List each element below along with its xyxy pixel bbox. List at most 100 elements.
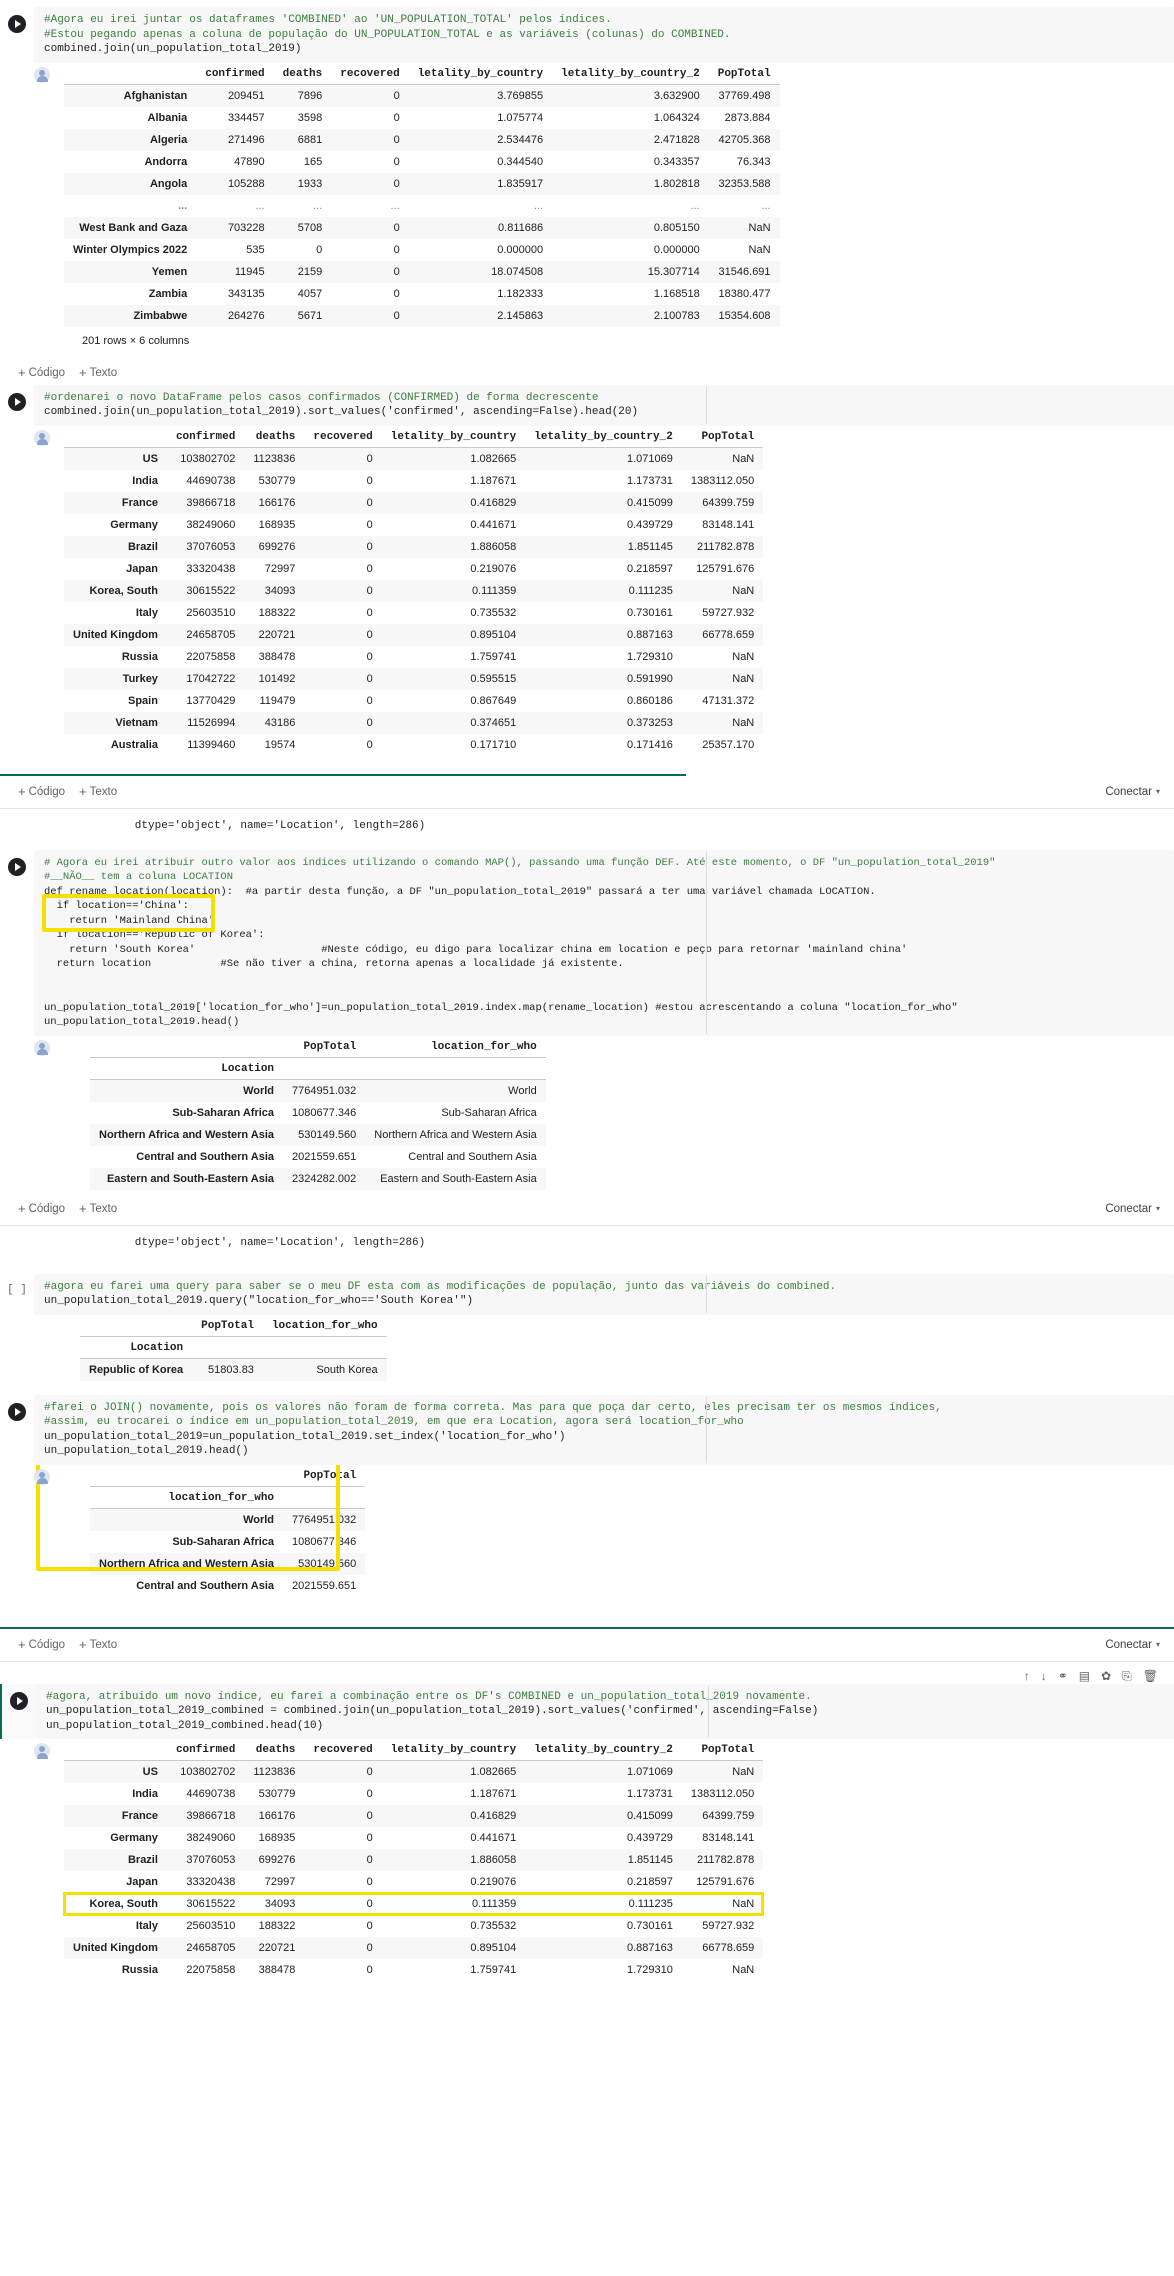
table-row: Andorra 47890 165 0 0.344540 0.343357 76.343 [64, 151, 780, 173]
add-code-button[interactable]: + Código [18, 785, 65, 798]
cell-value: 0.895104 [470, 628, 517, 641]
cell-value: 51803.83 [208, 1363, 254, 1376]
code-cell-join-combined[interactable]: #Agora eu irei juntar os dataframes 'COM… [0, 7, 1174, 63]
add-code-button[interactable]: + Código [18, 1202, 65, 1215]
cell-value: NaN [748, 221, 771, 234]
index-header [64, 1739, 167, 1761]
row-index: Russia [121, 650, 158, 663]
add-comment-icon[interactable]: ▤ [1079, 1670, 1090, 1682]
table-row: Algeria 271496 6881 0 2.534476 2.471828 42705.… [64, 128, 780, 151]
toolbar-divider [0, 1224, 1174, 1226]
add-text-button[interactable]: + Texto [79, 785, 117, 798]
move-cell-down-icon[interactable]: ↓ [1041, 1670, 1047, 1682]
cell-value: 39866718 [186, 1810, 236, 1822]
chevron-down-icon[interactable]: ▾ [1156, 1640, 1160, 1649]
cell-value: 530149.560 [298, 1557, 357, 1570]
cell-value: 166176 [258, 1810, 296, 1822]
code-cell-query-korea[interactable]: [ ] #agora eu farei uma query para saber… [0, 1273, 1174, 1315]
column-header: letality_by_country_2 [525, 425, 682, 448]
cell-value: Northern Africa and Western Asia [374, 1128, 537, 1141]
cell-value: 0 [366, 716, 373, 729]
output-avatar-icon [34, 429, 50, 446]
code-editor[interactable]: #farei o JOIN() novamente, pois os valor… [34, 1394, 1174, 1465]
add-text-label: Texto [89, 1638, 118, 1651]
code-cell-rename-location[interactable]: # Agora eu irei atribuir outro valor aos… [0, 849, 1174, 1036]
dataframe-table: confirmed deaths recovered letality_by_c… [62, 1739, 765, 1981]
table-row: Spain 13770429 119479 0 0.867649 0.860186 4713… [64, 690, 763, 712]
cell-value: 0 [366, 1964, 373, 1976]
add-code-label: Código [28, 366, 66, 379]
cell-value: 0 [366, 1898, 373, 1910]
move-cell-up-icon[interactable]: ↑ [1024, 1670, 1030, 1682]
cell-value: 33320438 [186, 562, 236, 575]
code-cell-sort-confirmed[interactable]: #ordenarei o novo DataFrame pelos casos … [0, 384, 1174, 426]
add-text-button[interactable]: + Texto [79, 366, 117, 379]
connect-button[interactable]: Conectar [1105, 1639, 1152, 1651]
chevron-down-icon[interactable]: ▾ [1156, 787, 1160, 796]
cell-execution-count[interactable]: [ ] [6, 1282, 28, 1298]
add-text-button[interactable]: + Texto [79, 1202, 117, 1215]
run-cell-button[interactable] [8, 857, 26, 876]
run-cell-button[interactable] [8, 1402, 26, 1421]
cell-value: NaN [732, 452, 755, 465]
code-editor[interactable]: #Agora eu irei juntar os dataframes 'COM… [34, 7, 1174, 63]
table-row: France 39866718 166176 0 0.416829 0.415099 643… [64, 1805, 764, 1827]
column-header: recovered [304, 425, 382, 448]
index-header [90, 1464, 284, 1487]
row-index: Albania [147, 111, 188, 124]
cell-value: 34093 [264, 584, 296, 597]
cell-value: 105288 [227, 177, 265, 190]
row-index: Afghanistan [123, 89, 188, 102]
cell-value: 209451 [227, 89, 265, 102]
cell-value: 0.439729 [626, 1832, 673, 1844]
cell-value: 1.759741 [470, 650, 517, 663]
column-header: deaths [273, 62, 332, 85]
connect-button[interactable]: Conectar [1105, 786, 1152, 798]
link-to-cell-icon[interactable]: ⚭ [1058, 1670, 1068, 1682]
table-row: Italy 25603510 188322 0 0.735532 0.730161 5972… [64, 602, 763, 624]
cell-value: NaN [732, 1898, 755, 1910]
cell-value: 18.074508 [491, 265, 544, 278]
cell-value: 44690738 [186, 474, 236, 487]
add-code-button[interactable]: + Código [18, 366, 66, 379]
cell-gutter: [ ] [0, 1274, 34, 1298]
code-editor[interactable]: #agora eu farei uma query para saber se … [34, 1273, 1174, 1315]
mirror-cell-icon[interactable]: ⎘ [1122, 1670, 1132, 1682]
cell-value: 37076053 [186, 540, 236, 553]
cell-value: 0.111359 [471, 1898, 517, 1910]
code-line: combined.join(un_population_total_2019).… [44, 406, 639, 418]
cell-value: 0 [366, 738, 373, 751]
notebook-page: #Agora eu irei juntar os dataframes 'COM… [0, 0, 1174, 1981]
cell-value: 11526994 [187, 716, 236, 729]
output-text-line: dtype='object', name='Location', length=… [82, 1236, 426, 1249]
delete-cell-icon[interactable]: 🗑 [1143, 1670, 1158, 1682]
cell-value: 1.835917 [497, 177, 544, 190]
code-editor[interactable]: #ordenarei o novo DataFrame pelos casos … [34, 384, 1174, 426]
add-cell-toolbar: + Código + Texto Conectar ▾ [0, 1633, 1174, 1657]
code-editor[interactable]: # Agora eu irei atribuir outro valor aos… [34, 849, 1174, 1036]
cell-value: 0 [393, 265, 400, 278]
code-cell-final-combined[interactable]: #agora, atribuido um novo índice, eu far… [0, 1683, 1174, 1739]
cell-value: 0 [393, 133, 400, 146]
spacer-header [262, 1336, 387, 1359]
cell-value: 168935 [258, 518, 296, 531]
cell-value: 125791.676 [696, 1876, 755, 1888]
cell-value: 0 [393, 111, 400, 124]
add-text-button[interactable]: + Texto [79, 1638, 118, 1651]
cell-value: 76.343 [736, 155, 771, 168]
connect-button[interactable]: Conectar [1105, 1203, 1152, 1215]
code-editor[interactable]: #agora, atribuido um novo índice, eu far… [36, 1683, 1174, 1739]
chevron-down-icon[interactable]: ▾ [1156, 1204, 1160, 1213]
table-row: Australia 11399460 19574 0 0.171710 0.171416 2… [64, 734, 763, 756]
index-header [90, 1035, 284, 1058]
cell-settings-icon[interactable]: ✿ [1101, 1670, 1111, 1682]
run-cell-button[interactable] [8, 392, 26, 411]
run-cell-button[interactable] [10, 1691, 28, 1710]
cell-gutter [0, 850, 34, 876]
cell-value: South Korea [316, 1363, 378, 1376]
code-cell-setindex[interactable]: #farei o JOIN() novamente, pois os valor… [0, 1394, 1174, 1465]
add-code-button[interactable]: + Código [18, 1638, 65, 1651]
run-cell-button[interactable] [8, 15, 26, 33]
table-row: US 103802702 1123836 0 1.082665 1.071069 NaN [64, 1760, 764, 1783]
code-line: un_population_total_2019.head() [44, 1445, 249, 1457]
